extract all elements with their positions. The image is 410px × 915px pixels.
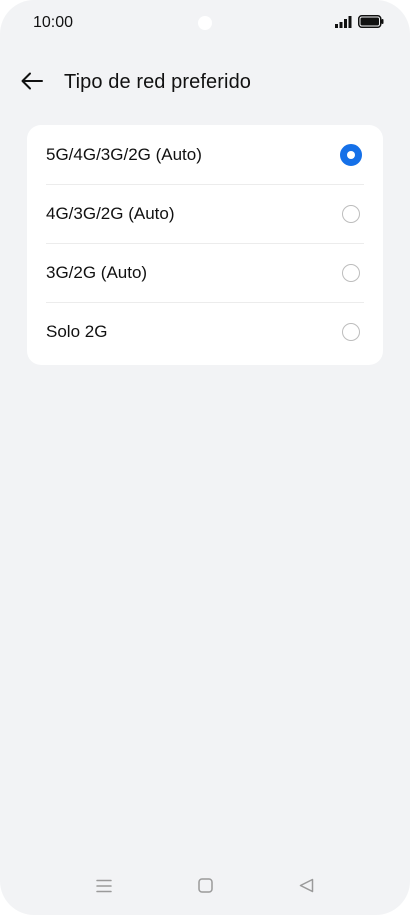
back-button[interactable] [18,69,46,97]
menu-icon [96,879,112,898]
recent-apps-button[interactable] [89,873,119,903]
option-4g-3g-2g[interactable]: 4G/3G/2G (Auto) [27,184,383,243]
radio-button-selected[interactable] [340,143,362,166]
option-label: 3G/2G (Auto) [46,262,148,282]
battery-icon [358,15,384,33]
back-nav-button[interactable] [291,873,321,903]
front-camera [198,16,212,30]
radio-button[interactable] [342,322,360,341]
radio-button[interactable] [342,263,360,282]
status-bar: 10:00 [0,0,410,46]
signal-icon [335,15,352,33]
option-5g-4g-3g-2g[interactable]: 5G/4G/3G/2G (Auto) [27,125,383,184]
radio-button[interactable] [342,204,360,223]
home-button[interactable] [190,873,220,903]
header: Tipo de red preferido [0,62,410,104]
navigation-bar [0,873,410,903]
network-type-options: 5G/4G/3G/2G (Auto) 4G/3G/2G (Auto) 3G/2G… [27,125,383,365]
status-icons [335,15,384,33]
option-label: Solo 2G [46,321,108,341]
arrow-left-icon [20,71,44,96]
option-3g-2g[interactable]: 3G/2G (Auto) [27,243,383,302]
option-solo-2g[interactable]: Solo 2G [27,302,383,361]
status-time: 10:00 [33,14,74,31]
home-icon [197,878,213,898]
page-title: Tipo de red preferido [64,71,252,93]
back-triangle-icon [299,878,314,898]
phone-screen: 10:00 Tipo de red preferido 5G/4G/3G/2G … [0,0,410,915]
option-label: 5G/4G/3G/2G (Auto) [46,144,202,164]
option-label: 4G/3G/2G (Auto) [46,203,175,223]
